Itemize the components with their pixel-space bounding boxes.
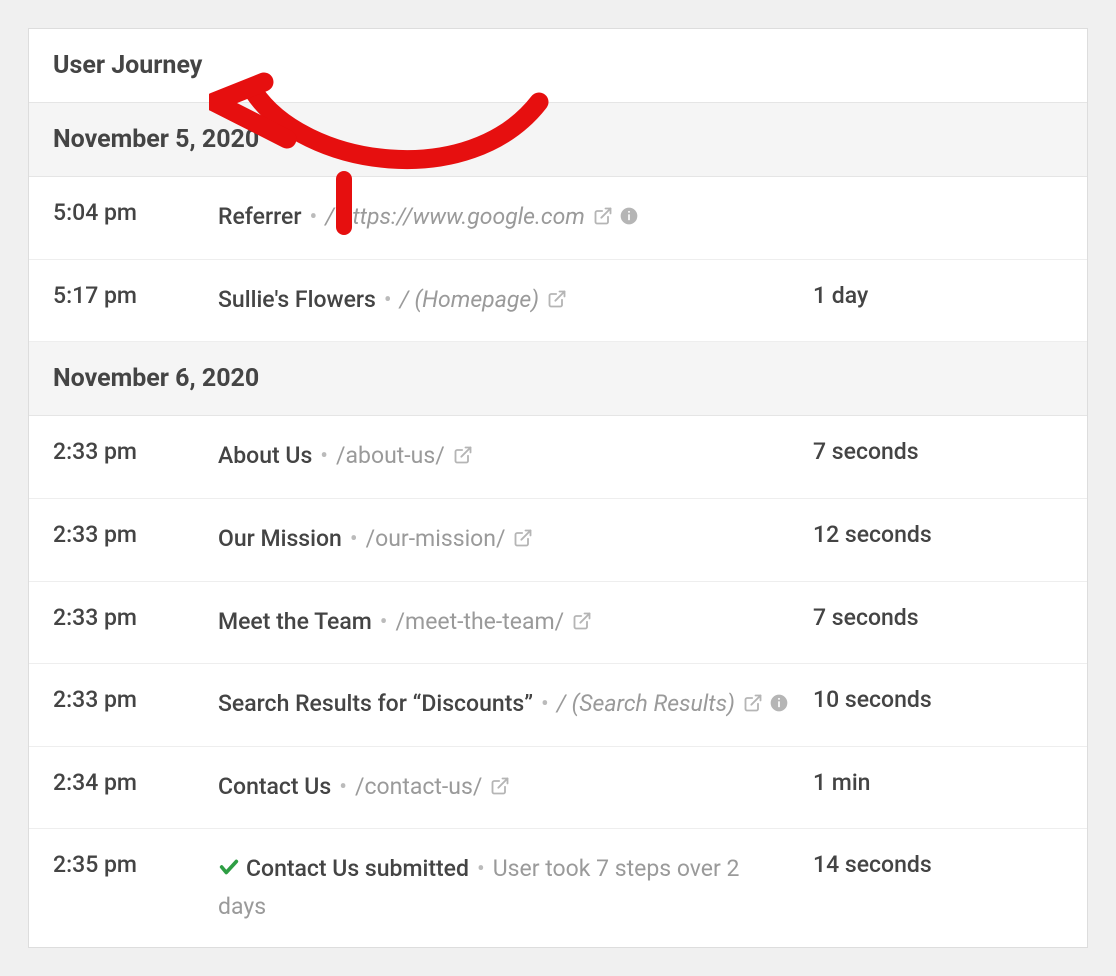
entry-title: Contact Us submitted bbox=[246, 855, 469, 882]
entry-duration: 10 seconds bbox=[813, 686, 1063, 713]
external-link-icon[interactable] bbox=[453, 440, 473, 476]
entry-duration: 1 min bbox=[813, 769, 1063, 796]
entry-duration: 1 day bbox=[813, 282, 1063, 309]
entry-title: Meet the Team bbox=[218, 608, 372, 635]
journey-entry: 2:33 pmOur Mission • /our-mission/12 secon… bbox=[29, 499, 1087, 582]
info-icon[interactable] bbox=[769, 688, 789, 724]
separator-dot: • bbox=[320, 442, 328, 469]
panel-header: User Journey bbox=[29, 29, 1087, 103]
entry-time: 2:33 pm bbox=[53, 686, 218, 713]
journey-entry: 5:17 pmSullie's Flowers • / (Homepage) 1 da… bbox=[29, 260, 1087, 343]
entry-main: Referrer • / https://www.google.com bbox=[218, 199, 813, 237]
journey-groups: November 5, 2020 5:04 pmReferrer • / https:… bbox=[29, 103, 1087, 947]
entry-time: 2:34 pm bbox=[53, 769, 218, 796]
external-link-icon[interactable] bbox=[513, 523, 533, 559]
entry-path-prefix: / bbox=[557, 690, 572, 717]
separator-dot: • bbox=[339, 773, 347, 800]
entry-time: 2:33 pm bbox=[53, 604, 218, 631]
entry-main: Meet the Team • /meet-the-team/ bbox=[218, 604, 813, 642]
entry-main: Our Mission • /our-mission/ bbox=[218, 521, 813, 559]
separator-dot: • bbox=[380, 608, 388, 635]
journey-entry: 2:33 pmMeet the Team • /meet-the-team/7 se… bbox=[29, 582, 1087, 665]
check-icon bbox=[218, 853, 240, 889]
external-link-icon[interactable] bbox=[572, 606, 592, 642]
entry-duration: 7 seconds bbox=[813, 438, 1063, 465]
entry-time: 2:33 pm bbox=[53, 438, 218, 465]
entry-duration: 7 seconds bbox=[813, 604, 1063, 631]
external-link-icon[interactable] bbox=[743, 688, 763, 724]
entry-path: https://www.google.com bbox=[340, 203, 585, 230]
entry-title: Sullie's Flowers bbox=[218, 286, 376, 313]
journey-entry: 2:34 pmContact Us • /contact-us/1 min bbox=[29, 747, 1087, 830]
entry-duration: 14 seconds bbox=[813, 851, 1063, 878]
journey-entry: 5:04 pmReferrer • / https://www.google.com bbox=[29, 177, 1087, 260]
separator-dot: • bbox=[384, 286, 392, 313]
entry-title: About Us bbox=[218, 442, 312, 469]
external-link-icon[interactable] bbox=[593, 201, 613, 237]
separator-dot: • bbox=[477, 855, 485, 882]
entry-path: /our-mission/ bbox=[366, 525, 506, 552]
entry-time: 2:35 pm bbox=[53, 851, 218, 878]
entry-duration: 12 seconds bbox=[813, 521, 1063, 548]
entry-time: 5:04 pm bbox=[53, 199, 218, 226]
entry-main: Sullie's Flowers • / (Homepage) bbox=[218, 282, 813, 320]
info-icon[interactable] bbox=[619, 201, 639, 237]
separator-dot: • bbox=[541, 690, 549, 717]
entry-path-prefix: / bbox=[400, 286, 415, 313]
entry-path-prefix: / bbox=[325, 203, 340, 230]
external-link-icon[interactable] bbox=[547, 284, 567, 320]
entry-path: /meet-the-team/ bbox=[396, 608, 565, 635]
date-header: November 6, 2020 bbox=[29, 342, 1087, 416]
entry-main: About Us • /about-us/ bbox=[218, 438, 813, 476]
separator-dot: • bbox=[350, 525, 358, 552]
user-journey-panel: User Journey November 5, 20205:04 pmRefe… bbox=[28, 28, 1088, 948]
date-header: November 5, 2020 bbox=[29, 103, 1087, 177]
panel-title: User Journey bbox=[53, 51, 1063, 80]
entry-main: Contact Us submitted•User took 7 steps o… bbox=[218, 851, 813, 924]
entry-title: Referrer bbox=[218, 203, 301, 230]
entry-title: Search Results for “Discounts” bbox=[218, 690, 533, 717]
entry-title: Our Mission bbox=[218, 525, 342, 552]
journey-entry: 2:33 pmAbout Us • /about-us/7 seconds bbox=[29, 416, 1087, 499]
entry-path: (Homepage) bbox=[415, 286, 539, 313]
entry-main: Search Results for “Discounts” • / (Search… bbox=[218, 686, 813, 724]
separator-dot: • bbox=[309, 203, 317, 230]
entry-time: 2:33 pm bbox=[53, 521, 218, 548]
entry-title: Contact Us bbox=[218, 773, 331, 800]
entry-path: /about-us/ bbox=[336, 442, 445, 469]
journey-entry: 2:33 pmSearch Results for “Discounts” • / … bbox=[29, 664, 1087, 747]
entry-path: /contact-us/ bbox=[355, 773, 482, 800]
external-link-icon[interactable] bbox=[490, 771, 510, 807]
entry-time: 5:17 pm bbox=[53, 282, 218, 309]
entry-path: (Search Results) bbox=[572, 690, 735, 717]
entry-main: Contact Us • /contact-us/ bbox=[218, 769, 813, 807]
journey-entry: 2:35 pmContact Us submitted•User took 7 … bbox=[29, 829, 1087, 946]
